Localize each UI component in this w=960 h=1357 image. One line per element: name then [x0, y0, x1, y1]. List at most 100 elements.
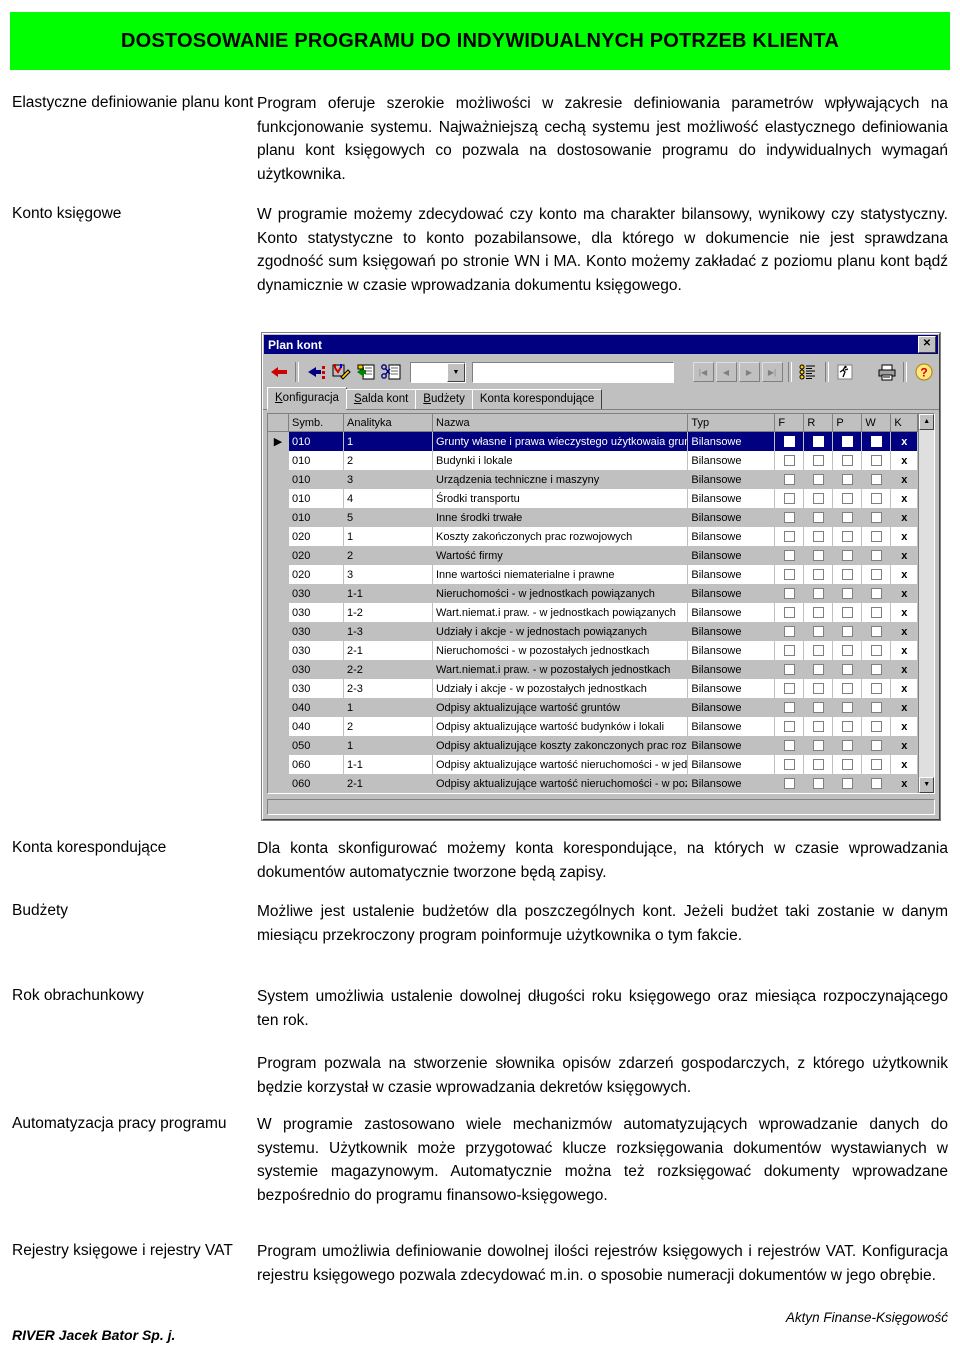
scroll-up-icon[interactable]: ▲ [919, 414, 934, 430]
row-marker[interactable] [268, 660, 289, 679]
table-row[interactable]: 030 1-1 Nieruchomości - w jednostkach powi… [268, 584, 919, 603]
cell-flag-r[interactable] [803, 431, 834, 451]
last-record-button[interactable]: ▶| [761, 362, 783, 382]
cell-flag-f[interactable] [774, 717, 805, 736]
row-marker[interactable] [268, 451, 289, 470]
cell-flag-r[interactable] [803, 584, 834, 603]
checkbox-r-icon[interactable] [812, 531, 824, 543]
filter-combo[interactable]: ▼ [410, 361, 466, 383]
tab-konta-korespondujace[interactable]: Konta korespondujące [471, 389, 603, 409]
cell-flag-f[interactable] [774, 736, 805, 755]
checkbox-f-icon[interactable] [783, 550, 795, 562]
cell-flag-f[interactable] [774, 679, 805, 698]
cell-flag-w[interactable] [861, 527, 892, 546]
cell-flag-p[interactable] [832, 527, 863, 546]
cell-flag-p[interactable] [832, 755, 863, 774]
run-filter-icon[interactable] [834, 361, 857, 383]
checkbox-w-icon[interactable] [870, 683, 882, 695]
add-record-icon[interactable] [304, 361, 327, 383]
cell-flag-f[interactable] [774, 565, 805, 584]
cell-flag-w[interactable] [861, 774, 892, 793]
checkbox-r-icon[interactable] [812, 493, 824, 505]
cell-flag-f[interactable] [774, 698, 805, 717]
row-marker[interactable] [268, 527, 289, 546]
search-input[interactable] [472, 361, 674, 383]
plan-kont-window[interactable]: Plan kont ✕ ▼ |◀ ◀ ▶ ▶| ? Konfiguracja S… [262, 333, 940, 820]
column-header-r[interactable]: R [803, 414, 834, 432]
checkbox-w-icon[interactable] [870, 569, 882, 581]
checkbox-f-icon[interactable] [783, 759, 795, 771]
row-marker[interactable] [268, 641, 289, 660]
checkbox-f-icon[interactable] [783, 607, 795, 619]
checkbox-p-icon[interactable] [841, 474, 853, 486]
checkbox-p-icon[interactable] [841, 702, 853, 714]
column-header-nazwa[interactable]: Nazwa [432, 414, 689, 432]
checkbox-w-icon[interactable] [870, 778, 882, 790]
cell-flag-w[interactable] [861, 584, 892, 603]
cell-flag-p[interactable] [832, 470, 863, 489]
table-row[interactable]: 020 3 Inne wartości niematerialne i prawne… [268, 565, 919, 584]
cell-flag-w[interactable] [861, 641, 892, 660]
copy-record-icon[interactable] [354, 361, 377, 383]
table-row[interactable]: 010 3 Urządzenia techniczne i maszyny Bilan… [268, 470, 919, 489]
cell-flag-p[interactable] [832, 584, 863, 603]
table-row[interactable]: 020 2 Wartość firmy Bilansowe x [268, 546, 919, 565]
checkbox-w-icon[interactable] [870, 474, 882, 486]
checkbox-r-icon[interactable] [812, 436, 824, 448]
checkbox-r-icon[interactable] [812, 474, 824, 486]
cell-flag-f[interactable] [774, 584, 805, 603]
cell-flag-w[interactable] [861, 755, 892, 774]
next-record-button[interactable]: ▶ [738, 362, 760, 382]
checkbox-r-icon[interactable] [812, 588, 824, 600]
cell-flag-w[interactable] [861, 622, 892, 641]
checkbox-f-icon[interactable] [783, 702, 795, 714]
row-marker[interactable] [268, 470, 289, 489]
checkbox-p-icon[interactable] [841, 569, 853, 581]
cell-flag-w[interactable] [861, 698, 892, 717]
back-arrow-icon[interactable] [267, 361, 290, 383]
checkbox-f-icon[interactable] [783, 778, 795, 790]
checkbox-w-icon[interactable] [870, 436, 882, 448]
checkbox-f-icon[interactable] [783, 436, 795, 448]
edit-record-icon[interactable] [329, 361, 352, 383]
window-toolbar[interactable]: ▼ |◀ ◀ ▶ ▶| ? [263, 355, 939, 389]
cell-flag-p[interactable] [832, 717, 863, 736]
column-header-p[interactable]: P [832, 414, 863, 432]
tab-budzety[interactable]: Budżety [415, 389, 473, 409]
cell-flag-w[interactable] [861, 660, 892, 679]
cell-flag-p[interactable] [832, 431, 863, 451]
checkbox-r-icon[interactable] [812, 778, 824, 790]
cell-flag-f[interactable] [774, 546, 805, 565]
cell-flag-f[interactable] [774, 470, 805, 489]
checkbox-f-icon[interactable] [783, 531, 795, 543]
cell-flag-p[interactable] [832, 736, 863, 755]
list-view-icon[interactable] [797, 361, 820, 383]
cell-flag-r[interactable] [803, 641, 834, 660]
cell-flag-f[interactable] [774, 603, 805, 622]
row-marker[interactable] [268, 508, 289, 527]
cell-flag-w[interactable] [861, 736, 892, 755]
grid-vertical-scrollbar[interactable]: ▲ ▼ [918, 414, 934, 793]
cell-flag-p[interactable] [832, 451, 863, 470]
table-row[interactable]: 030 1-2 Wart.niemat.i praw. - w jednostkac… [268, 603, 919, 622]
checkbox-r-icon[interactable] [812, 721, 824, 733]
checkbox-r-icon[interactable] [812, 759, 824, 771]
row-marker[interactable] [268, 774, 289, 793]
cell-flag-r[interactable] [803, 527, 834, 546]
checkbox-f-icon[interactable] [783, 493, 795, 505]
table-row[interactable]: 030 2-2 Wart.niemat.i praw. - w pozostałyc… [268, 660, 919, 679]
table-row[interactable]: 030 1-3 Udziały i akcje - w jednostach pow… [268, 622, 919, 641]
cell-flag-f[interactable] [774, 641, 805, 660]
row-marker[interactable] [268, 679, 289, 698]
cell-flag-p[interactable] [832, 698, 863, 717]
checkbox-p-icon[interactable] [841, 778, 853, 790]
cell-flag-p[interactable] [832, 641, 863, 660]
checkbox-p-icon[interactable] [841, 512, 853, 524]
cell-flag-r[interactable] [803, 603, 834, 622]
table-row[interactable]: 060 2-1 Odpisy aktualizujące wartość nieru… [268, 774, 919, 793]
accounts-grid[interactable]: Symb. Analityka Nazwa Typ F R P W K ▶ 010… [267, 413, 935, 794]
checkbox-r-icon[interactable] [812, 683, 824, 695]
table-row[interactable]: 010 5 Inne środki trwałe Bilansowe x [268, 508, 919, 527]
checkbox-p-icon[interactable] [841, 645, 853, 657]
cell-flag-f[interactable] [774, 508, 805, 527]
